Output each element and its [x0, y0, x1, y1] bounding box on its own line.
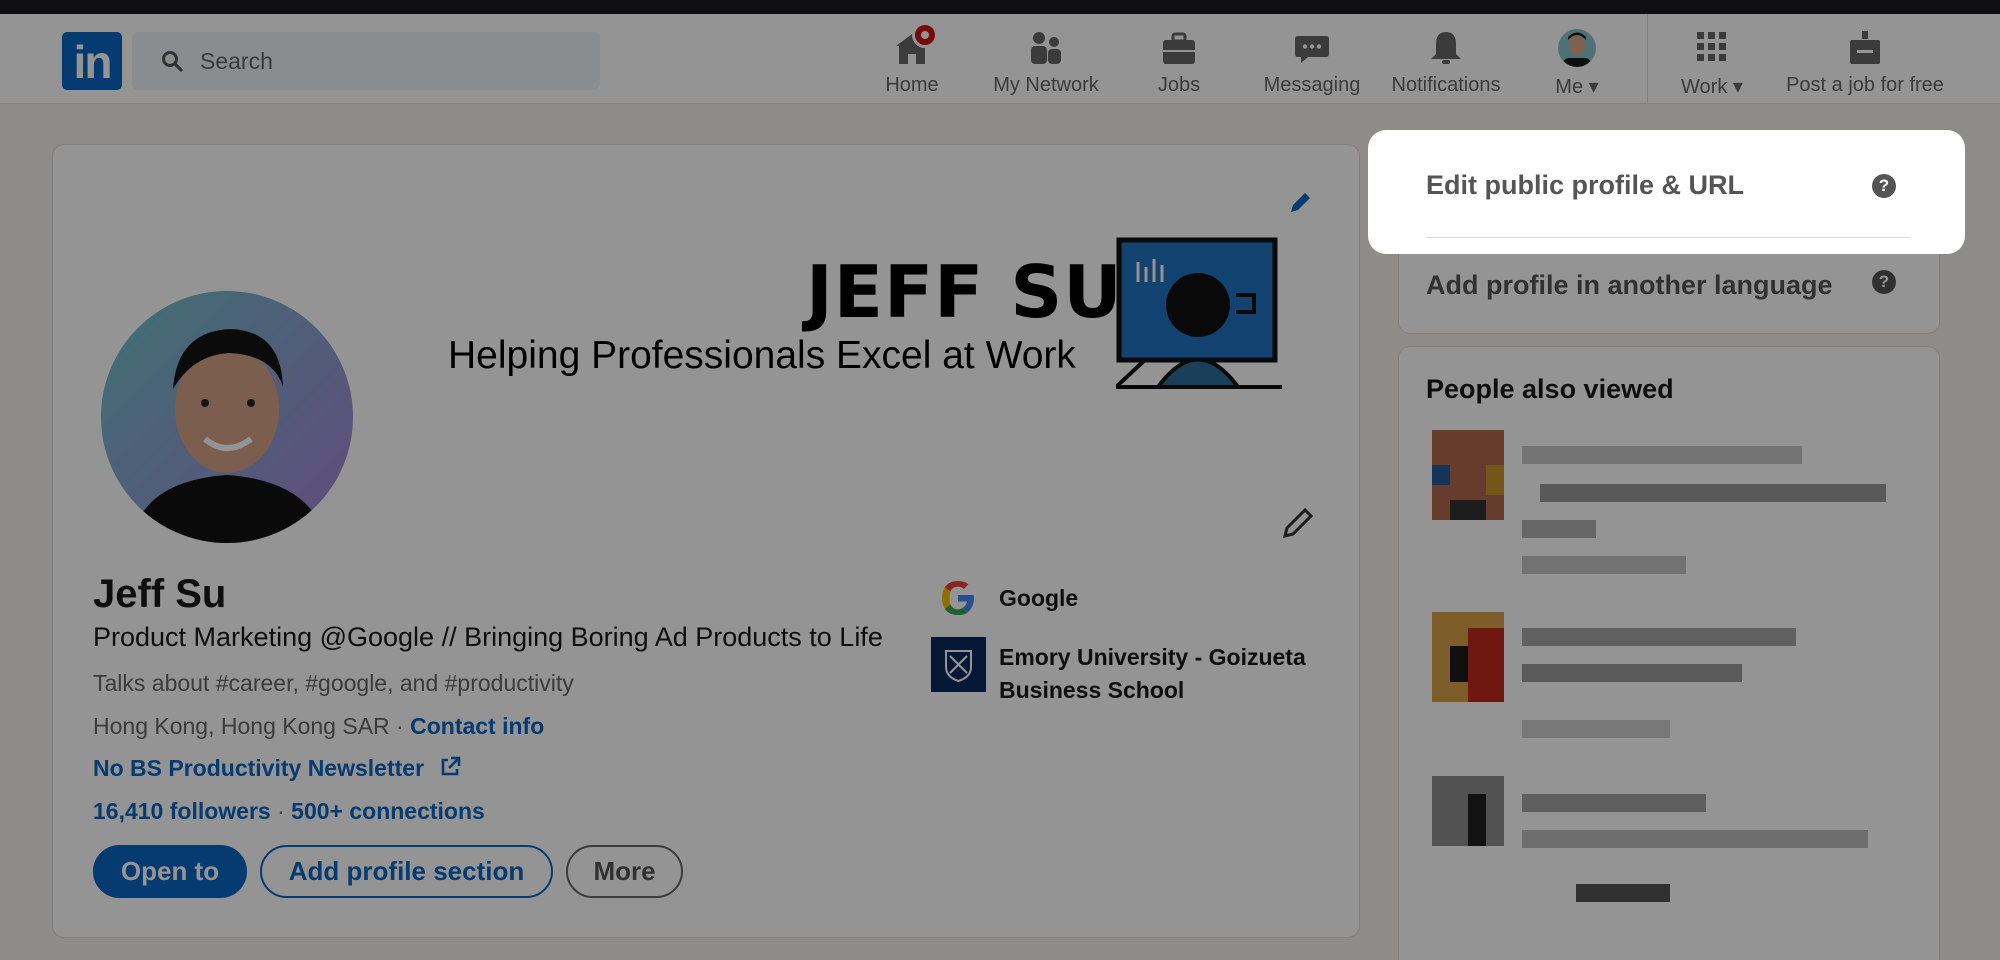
chevron-down-icon: ▾	[1732, 76, 1743, 98]
notification-badge	[912, 22, 938, 48]
edit-intro-button[interactable]	[1280, 505, 1316, 546]
nav-work-label: Work ▾	[1681, 76, 1743, 98]
org-emory[interactable]: Emory University - Goizueta Business Sch…	[999, 641, 1329, 707]
profile-photo[interactable]	[95, 285, 359, 549]
avatar	[1557, 28, 1597, 68]
nav-jobs-label: Jobs	[1157, 74, 1201, 96]
search-icon	[162, 51, 183, 72]
blurred-avatar	[1468, 794, 1486, 846]
blurred-text	[1522, 520, 1596, 538]
blurred-text	[1522, 720, 1670, 738]
pencil-icon	[1282, 507, 1314, 539]
nav-notifications[interactable]: Notifications	[1386, 28, 1506, 97]
profile-headline: Product Marketing @Google // Bringing Bo…	[93, 622, 883, 652]
nav-home-label: Home	[885, 74, 939, 96]
followers-link[interactable]: 16,410 followers	[93, 798, 271, 824]
chevron-down-icon: ▾	[1588, 76, 1599, 98]
blurred-text	[1522, 830, 1868, 848]
blurred-text	[1540, 484, 1886, 502]
blurred-text	[1522, 556, 1686, 574]
chat-icon	[1292, 28, 1332, 68]
linkedin-logo[interactable]: in	[62, 32, 122, 90]
nav-my-network[interactable]: My Network	[988, 28, 1104, 97]
help-icon[interactable]: ?	[1872, 174, 1896, 198]
blurred-text	[1576, 884, 1670, 902]
profile-stats: 16,410 followers · 500+ connections	[93, 798, 485, 825]
blurred-text	[1522, 794, 1706, 812]
more-button[interactable]: More	[566, 845, 683, 898]
search-input[interactable]: Search	[132, 32, 600, 90]
nav-divider	[1647, 14, 1648, 104]
profile-name: Jeff Su	[93, 572, 227, 616]
separator: ·	[270, 798, 292, 824]
newsletter-link[interactable]: No BS Productivity Newsletter	[93, 755, 462, 782]
external-link-icon	[442, 756, 461, 776]
person-portrait	[131, 329, 327, 543]
bell-icon	[1426, 28, 1466, 68]
nav-me-label: Me ▾	[1555, 76, 1599, 98]
banner-tagline: Helping Professionals Excel at Work	[448, 334, 1076, 377]
nav-messaging-label: Messaging	[1263, 74, 1361, 96]
briefcase-icon	[1159, 28, 1199, 68]
nav-post-job-label: Post a job for free	[1786, 74, 1944, 96]
nav-work[interactable]: Work ▾	[1676, 28, 1748, 99]
nav-post-job[interactable]: Post a job for free	[1780, 28, 1950, 97]
nav-my-network-label: My Network	[993, 74, 1099, 96]
banner-name: JEFF SU	[806, 250, 1123, 334]
blurred-text	[1522, 446, 1802, 464]
location-line: Hong Kong, Hong Kong SAR · Contact info	[93, 713, 544, 740]
blurred-avatar	[1486, 465, 1504, 495]
blurred-avatar	[1468, 628, 1504, 702]
spotlight-highlight: Edit public profile & URL ?	[1368, 130, 1965, 254]
people-icon	[1026, 28, 1066, 68]
people-also-viewed-title: People also viewed	[1426, 374, 1674, 404]
separator: ·	[389, 713, 411, 739]
emory-logo	[931, 637, 986, 692]
post-job-icon	[1845, 28, 1885, 68]
home-icon	[892, 22, 938, 68]
edit-banner-button[interactable]	[1274, 177, 1326, 229]
google-logo	[942, 581, 974, 615]
add-profile-language-link[interactable]: Add profile in another language	[1426, 270, 1833, 301]
top-navbar: in Search Home My Network Jobs Messaging	[0, 14, 2000, 104]
grid-icon	[1692, 28, 1732, 68]
nav-messaging[interactable]: Messaging	[1261, 28, 1363, 97]
search-placeholder: Search	[200, 48, 273, 74]
nav-me[interactable]: Me ▾	[1552, 28, 1602, 99]
contact-info-link[interactable]: Contact info	[410, 713, 544, 739]
nav-home[interactable]: Home	[876, 22, 948, 97]
talks-about: Talks about #career, #google, and #produ…	[93, 670, 574, 696]
add-profile-section-button[interactable]: Add profile section	[260, 845, 553, 898]
blurred-text	[1522, 628, 1796, 646]
pencil-icon	[1291, 193, 1310, 212]
open-to-button[interactable]: Open to	[93, 845, 247, 898]
divider	[1426, 237, 1911, 238]
org-google[interactable]: Google	[999, 585, 1078, 612]
blurred-avatar	[1432, 465, 1450, 485]
shield-icon	[945, 650, 972, 683]
blurred-text	[1522, 664, 1742, 682]
location: Hong Kong, Hong Kong SAR	[93, 713, 390, 739]
banner-illustration	[1116, 237, 1282, 389]
edit-public-profile-link[interactable]: Edit public profile & URL	[1426, 170, 1744, 201]
help-icon[interactable]: ?	[1872, 270, 1896, 294]
window-top-strip	[0, 0, 2000, 14]
blurred-avatar	[1450, 500, 1486, 520]
nav-notifications-label: Notifications	[1391, 74, 1501, 96]
connections-link[interactable]: 500+ connections	[291, 798, 485, 824]
nav-jobs[interactable]: Jobs	[1148, 28, 1210, 97]
blurred-avatar	[1450, 646, 1468, 682]
